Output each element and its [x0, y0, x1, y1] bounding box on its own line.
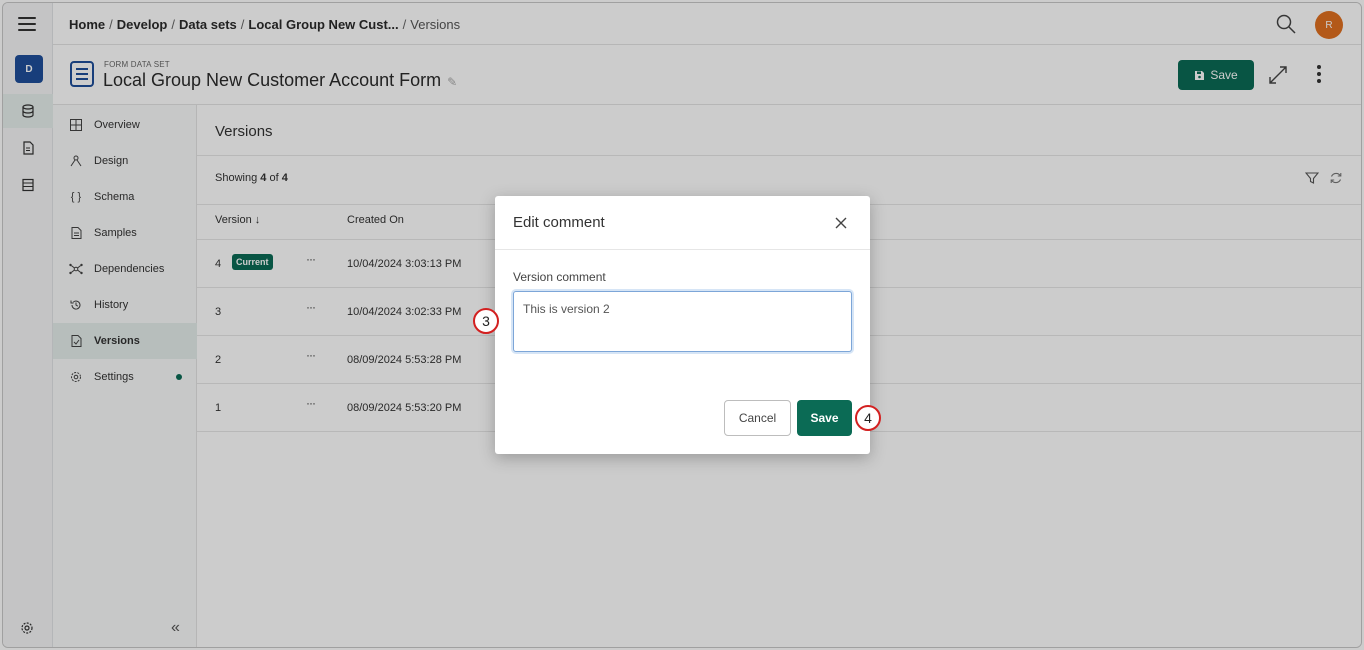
- dialog-close-button[interactable]: [834, 216, 848, 230]
- callout-marker: 3: [473, 308, 499, 334]
- dialog-save-button[interactable]: Save: [797, 400, 852, 436]
- edit-comment-dialog: Edit comment Version comment This is ver…: [495, 196, 870, 454]
- dialog-title: Edit comment: [513, 214, 605, 231]
- close-icon: [835, 217, 847, 229]
- version-comment-input[interactable]: This is version 2: [513, 291, 852, 352]
- version-comment-label: Version comment: [513, 270, 606, 284]
- cancel-button[interactable]: Cancel: [724, 400, 791, 436]
- callout-marker: 4: [855, 405, 881, 431]
